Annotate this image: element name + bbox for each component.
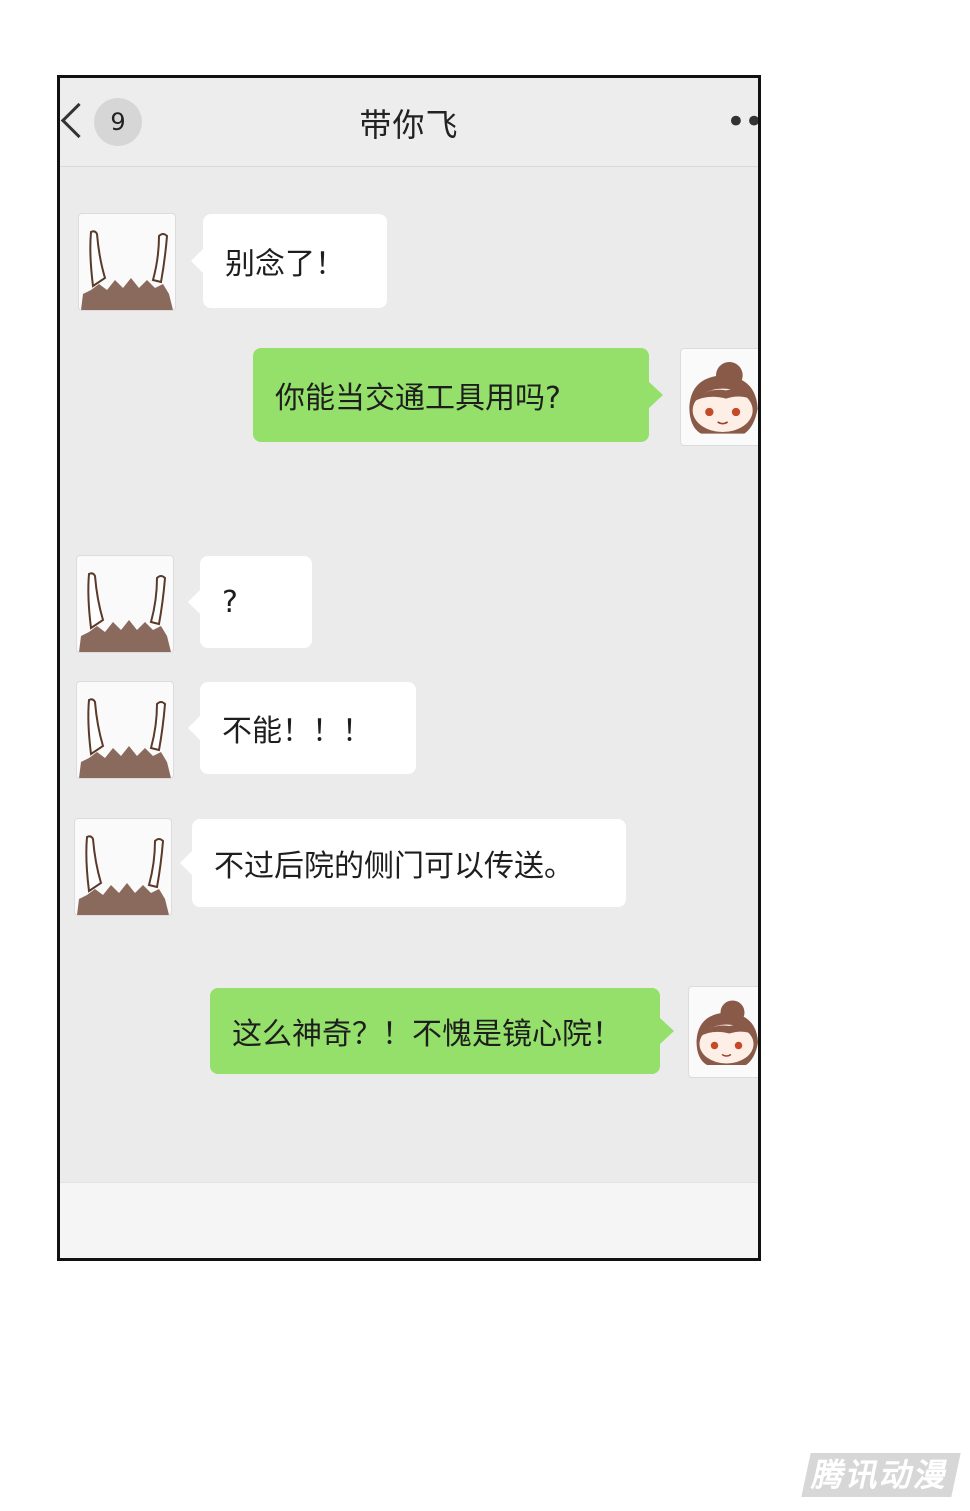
message-bubble-other: ?: [188, 556, 312, 648]
message-bubble-self: 这么神奇？！不愧是镜心院！: [210, 988, 674, 1074]
watermark-logo: 腾讯动漫: [801, 1453, 961, 1497]
avatar-other[interactable]: [76, 555, 174, 653]
avatar-other[interactable]: [78, 213, 176, 311]
chat-header: 9 带你飞 ••: [60, 78, 758, 167]
input-bar[interactable]: [60, 1182, 758, 1258]
message-bubble-other: 别念了！: [191, 214, 387, 308]
phone-frame: 9 带你飞 •• 别念了！ 你能当交通工具用吗? ? 不能！！！ 不过后院的侧门…: [57, 75, 761, 1261]
message-bubble-other: 不能！！！: [188, 682, 416, 774]
avatar-other[interactable]: [76, 681, 174, 779]
chat-title: 带你飞: [359, 106, 459, 144]
avatar-self[interactable]: [680, 348, 758, 446]
avatar-other[interactable]: [74, 818, 172, 916]
avatar-self[interactable]: [688, 986, 758, 1078]
message-bubble-other: 不过后院的侧门可以传送。: [180, 819, 626, 907]
more-dots-icon[interactable]: ••: [726, 102, 758, 142]
message-bubble-self: 你能当交通工具用吗?: [253, 348, 663, 442]
